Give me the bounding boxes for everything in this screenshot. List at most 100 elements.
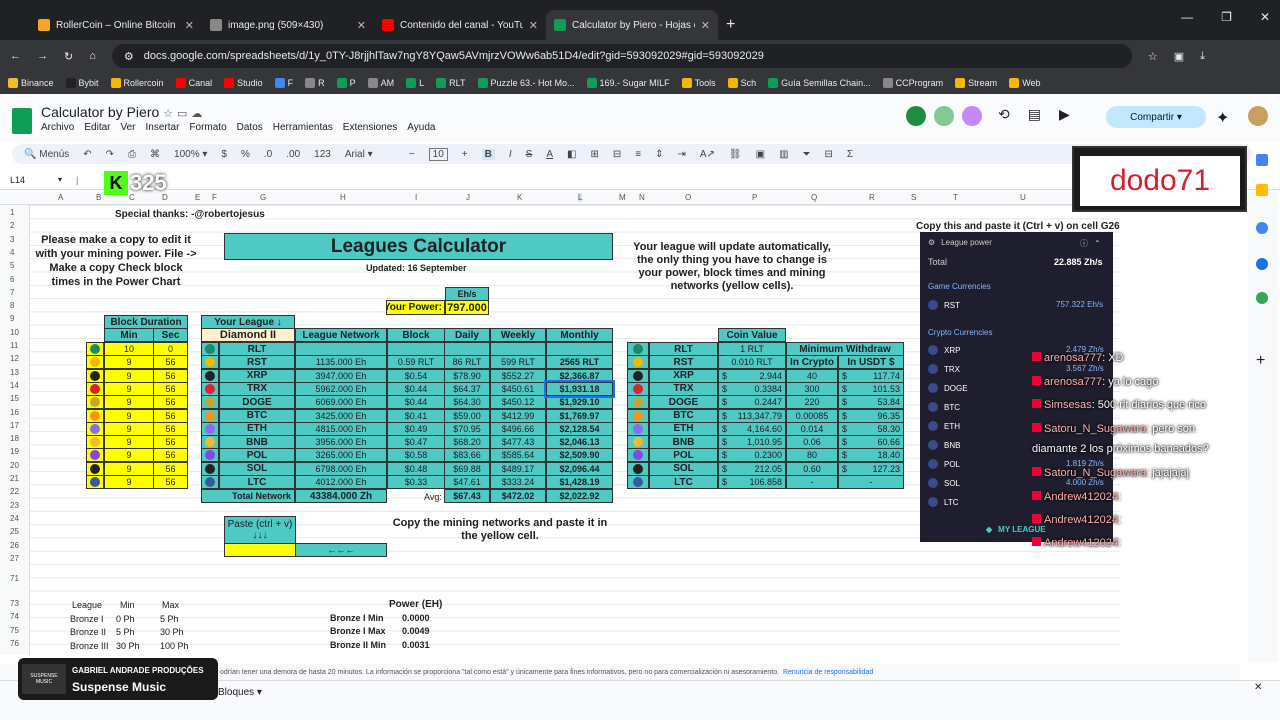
row-header-7[interactable]: 7 xyxy=(10,288,14,297)
paste-cell[interactable] xyxy=(224,543,296,557)
row-header-76[interactable]: 76 xyxy=(10,639,19,648)
bookmark-item[interactable]: P xyxy=(336,78,356,88)
my-league-label[interactable]: MY LEAGUE xyxy=(998,525,1045,534)
window-controls[interactable]: — ❐ ✕ xyxy=(1181,10,1270,24)
close-icon[interactable]: ✕ xyxy=(529,19,538,32)
row-header-4[interactable]: 4 xyxy=(10,248,14,257)
doc-title[interactable]: Calculator by Piero ☆ ▭ ☁ xyxy=(41,104,202,120)
column-header-j[interactable]: J xyxy=(466,193,470,202)
functions-icon[interactable]: Σ xyxy=(847,149,853,160)
search-menus[interactable]: 🔍 Menús xyxy=(24,149,69,160)
gemini-icon[interactable]: ✦ xyxy=(1216,108,1229,128)
column-header-f[interactable]: F xyxy=(212,193,217,202)
percent-button[interactable]: % xyxy=(241,149,250,160)
cloud-icon[interactable]: ☁ xyxy=(191,108,202,120)
column-header-l[interactable]: L xyxy=(578,193,583,202)
close-icon[interactable]: ✕ xyxy=(185,19,194,32)
row-header-27[interactable]: 27 xyxy=(10,554,19,563)
print-icon[interactable]: ⎙ xyxy=(128,149,136,160)
row-header-71[interactable]: 71 xyxy=(10,574,19,583)
addon-icon[interactable] xyxy=(934,106,954,126)
link-icon[interactable]: ⛓ xyxy=(729,149,742,160)
star-icon[interactable]: ☆ xyxy=(1148,50,1158,63)
redo-icon[interactable]: ↷ xyxy=(106,149,114,160)
column-header-h[interactable]: H xyxy=(340,193,346,202)
row-header-10[interactable]: 10 xyxy=(10,328,19,337)
column-header-i[interactable]: I xyxy=(415,193,417,202)
bookmark-item[interactable]: Puzzle 63.- Hot Mo... xyxy=(477,78,575,88)
back-icon[interactable]: ← xyxy=(10,50,21,62)
bookmark-item[interactable]: R xyxy=(305,78,325,88)
block-sec[interactable]: 56 xyxy=(153,368,188,383)
menu-ver[interactable]: Ver xyxy=(120,122,135,133)
block-min[interactable]: 9 xyxy=(104,355,154,370)
block-min[interactable]: 9 xyxy=(104,448,154,463)
add-addon-icon[interactable]: + xyxy=(1256,352,1265,370)
bookmark-item[interactable]: F xyxy=(274,78,293,88)
font-size-increase[interactable]: + xyxy=(462,149,468,160)
row-header-25[interactable]: 25 xyxy=(10,527,19,536)
block-sec[interactable]: 0 xyxy=(153,342,188,356)
row-header-73[interactable]: 73 xyxy=(10,599,19,608)
menu-herramientas[interactable]: Herramientas xyxy=(273,122,333,133)
column-header-g[interactable]: G xyxy=(260,193,266,202)
strikethrough-icon[interactable]: S xyxy=(526,149,533,160)
minimize-icon[interactable]: — xyxy=(1181,10,1193,24)
row-header-20[interactable]: 20 xyxy=(10,461,19,470)
block-sec[interactable]: 56 xyxy=(153,461,188,476)
row-header-2[interactable]: 2 xyxy=(10,221,14,230)
home-icon[interactable]: ⌂ xyxy=(89,50,96,62)
increase-decimal-button[interactable]: .00 xyxy=(286,149,300,160)
row-header-6[interactable]: 6 xyxy=(10,275,14,284)
restore-icon[interactable]: ❐ xyxy=(1221,10,1232,24)
new-tab-icon[interactable]: + xyxy=(726,16,735,34)
sheet-tab-bloques[interactable]: Bloques ▾ xyxy=(218,687,262,698)
column-header-e[interactable]: E xyxy=(195,193,200,202)
paint-format-icon[interactable]: ⌘ xyxy=(150,149,160,160)
row-header-9[interactable]: 9 xyxy=(10,314,14,323)
block-min[interactable]: 10 xyxy=(104,342,154,356)
wrap-icon[interactable]: ⇥ xyxy=(677,149,685,160)
fill-color-icon[interactable]: ◧ xyxy=(567,149,576,160)
disclaimer-link[interactable]: Renuncia de responsabilidad xyxy=(783,669,873,676)
site-info-icon[interactable]: ⚙ xyxy=(124,50,134,63)
bookmark-item[interactable]: Guía Semillas Chain... xyxy=(768,78,871,88)
block-min[interactable]: 9 xyxy=(104,408,154,423)
row-header-14[interactable]: 14 xyxy=(10,381,19,390)
menu-ayuda[interactable]: Ayuda xyxy=(407,122,435,133)
row-header-5[interactable]: 5 xyxy=(10,261,14,270)
row-header-16[interactable]: 16 xyxy=(10,408,19,417)
bookmark-item[interactable]: Web xyxy=(1009,78,1041,88)
bookmark-item[interactable]: Sch xyxy=(727,78,756,88)
browser-tab[interactable]: RollerCoin – Online Bitcoin Min ✕ xyxy=(30,10,202,40)
filter-views-icon[interactable]: ⊟ xyxy=(825,149,833,160)
font-select[interactable]: Arial ▾ xyxy=(345,149,395,160)
column-header-b[interactable]: B xyxy=(96,193,101,202)
column-header-a[interactable]: A xyxy=(58,193,63,202)
row-header-19[interactable]: 19 xyxy=(10,447,19,456)
bookmark-item[interactable]: RLT xyxy=(436,78,466,88)
row-header-74[interactable]: 74 xyxy=(10,612,19,621)
row-header-12[interactable]: 12 xyxy=(10,354,19,363)
dropdown-icon[interactable]: ▾ xyxy=(58,175,62,184)
block-min[interactable]: 9 xyxy=(104,435,154,450)
bookmark-item[interactable]: Tools xyxy=(681,78,716,88)
browser-tab[interactable]: Contenido del canal - YouTube ✕ xyxy=(374,10,546,40)
block-sec[interactable]: 56 xyxy=(153,421,188,436)
row-header-1[interactable]: 1 xyxy=(10,208,14,217)
row-header-13[interactable]: 13 xyxy=(10,368,19,377)
name-box[interactable]: L14 xyxy=(10,175,25,185)
block-min[interactable]: 9 xyxy=(104,475,154,489)
borders-icon[interactable]: ⊞ xyxy=(590,149,598,160)
url-input[interactable]: ⚙ docs.google.com/spreadsheets/d/1y_0TY-J… xyxy=(111,44,1132,68)
bookmark-item[interactable]: Bybit xyxy=(65,78,99,88)
align-icon[interactable]: ≡ xyxy=(635,149,641,160)
keep-icon[interactable] xyxy=(1256,184,1268,196)
row-header-22[interactable]: 22 xyxy=(10,487,19,496)
calendar-icon[interactable] xyxy=(1256,154,1268,166)
column-header-o[interactable]: O xyxy=(685,193,691,202)
row-header-24[interactable]: 24 xyxy=(10,514,19,523)
block-sec[interactable]: 56 xyxy=(153,448,188,463)
menu-insertar[interactable]: Insertar xyxy=(146,122,180,133)
avatar[interactable] xyxy=(1248,106,1268,126)
